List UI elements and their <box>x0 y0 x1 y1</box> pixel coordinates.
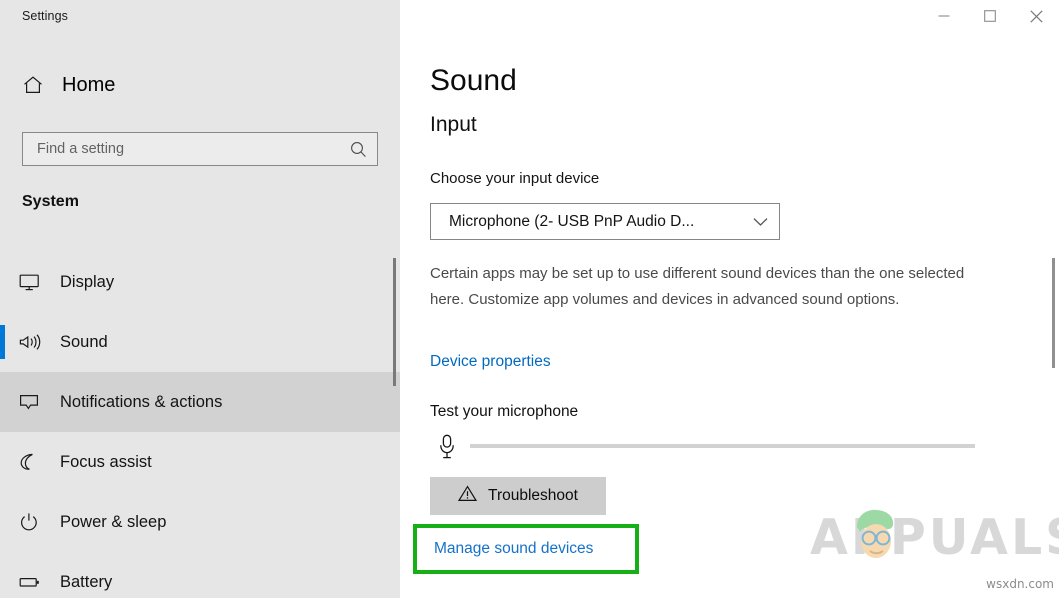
sidebar-item-label: Display <box>60 273 114 292</box>
sidebar-item-notifications-actions[interactable]: Notifications & actions <box>0 372 400 432</box>
sidebar-item-battery[interactable]: Battery <box>0 552 400 598</box>
sidebar: Settings Home System <box>0 0 400 598</box>
troubleshoot-button-label: Troubleshoot <box>488 487 578 505</box>
monitor-icon <box>18 271 60 293</box>
sidebar-item-power-sleep[interactable]: Power & sleep <box>0 492 400 552</box>
sidebar-nav: Display Sound <box>0 252 400 598</box>
watermark-brand-text: APPUALS <box>810 509 1059 566</box>
notification-balloon-icon <box>18 391 60 413</box>
watermark-domain-text: wsxdn.com <box>986 577 1054 591</box>
microphone-icon <box>438 434 456 465</box>
window-titlebar: Settings <box>0 0 400 32</box>
chevron-down-icon <box>741 217 779 227</box>
sidebar-item-focus-assist[interactable]: Focus assist <box>0 432 400 492</box>
power-icon <box>18 511 60 533</box>
main-scrollbar-thumb[interactable] <box>1052 258 1055 368</box>
sidebar-item-display[interactable]: Display <box>0 252 400 312</box>
sidebar-scrollbar-thumb[interactable] <box>393 258 396 386</box>
sidebar-item-sound[interactable]: Sound <box>0 312 400 372</box>
warning-triangle-icon <box>458 485 477 507</box>
sidebar-item-label: Notifications & actions <box>60 393 222 412</box>
input-device-dropdown[interactable]: Microphone (2- USB PnP Audio D... <box>430 203 780 240</box>
sidebar-item-label: Home <box>62 74 115 97</box>
appuals-watermark: APPUALS <box>810 505 1040 575</box>
sidebar-scrollbar[interactable] <box>393 250 396 598</box>
test-microphone-label: Test your microphone <box>430 403 578 421</box>
manage-sound-devices-link[interactable]: Manage sound devices <box>417 528 635 570</box>
input-device-value: Microphone (2- USB PnP Audio D... <box>431 213 741 231</box>
battery-icon <box>18 571 60 593</box>
maximize-button[interactable] <box>967 0 1013 32</box>
sidebar-section-title: System <box>22 193 79 211</box>
sidebar-item-label: Sound <box>60 333 108 352</box>
troubleshoot-button[interactable]: Troubleshoot <box>430 477 606 515</box>
search-icon[interactable] <box>339 140 377 159</box>
input-device-label: Choose your input device <box>430 170 599 187</box>
selection-accent-bar <box>0 325 5 359</box>
settings-window: Settings Home System <box>0 0 1059 598</box>
main-scrollbar[interactable] <box>1052 250 1055 598</box>
manage-sound-devices-highlight: Manage sound devices <box>413 524 639 574</box>
minimize-button[interactable] <box>921 0 967 32</box>
search-input[interactable] <box>23 140 339 158</box>
home-icon <box>22 74 62 96</box>
close-button[interactable] <box>1013 0 1059 32</box>
page-title: Sound <box>430 64 517 98</box>
sound-description-text: Certain apps may be set up to use differ… <box>430 261 995 312</box>
main-content: Sound Input Choose your input device Mic… <box>400 0 1059 598</box>
window-controls <box>921 0 1059 32</box>
sidebar-item-label: Focus assist <box>60 453 152 472</box>
microphone-level-meter <box>430 431 1005 463</box>
sidebar-item-home[interactable]: Home <box>0 64 400 106</box>
watermark-mascot-icon <box>848 505 904 567</box>
app-title: Settings <box>22 9 68 23</box>
search-box[interactable] <box>22 132 378 166</box>
speaker-icon <box>18 331 60 353</box>
device-properties-link[interactable]: Device properties <box>430 353 551 371</box>
section-subtitle: Input <box>430 113 477 137</box>
sidebar-item-label: Battery <box>60 573 112 592</box>
moon-icon <box>18 451 60 473</box>
microphone-level-bar <box>470 444 975 448</box>
sidebar-item-label: Power & sleep <box>60 513 166 532</box>
